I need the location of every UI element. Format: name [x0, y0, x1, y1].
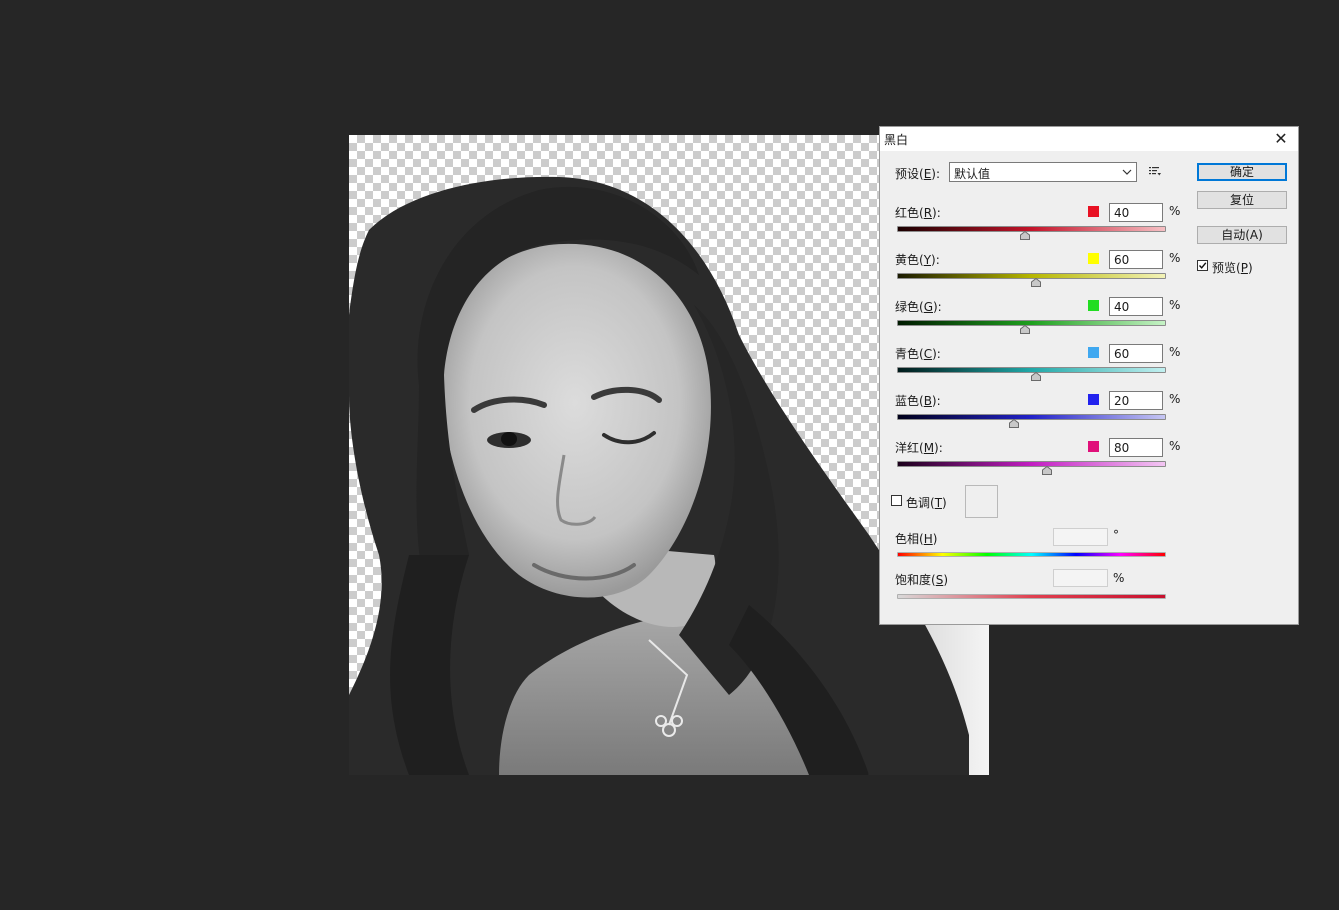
green-slider-thumb[interactable]: [1020, 323, 1031, 334]
magenta-label-prefix: 洋红(: [895, 441, 924, 455]
cyan-label-suffix: ):: [932, 347, 941, 361]
preview-checkbox[interactable]: [1197, 260, 1208, 271]
yellow-color-swatch: [1088, 253, 1099, 264]
red-label-prefix: 红色(: [895, 206, 924, 220]
hue-input[interactable]: [1053, 528, 1108, 546]
magenta-label-accel: M: [923, 441, 935, 455]
chevron-down-icon: [1122, 164, 1132, 183]
magenta-label: 洋红(M):: [895, 439, 943, 456]
dialog-titlebar[interactable]: 黑白 ✕: [880, 127, 1298, 151]
preset-label: 预设(E):: [895, 165, 940, 182]
hue-label-accel: H: [923, 532, 933, 546]
preset-dropdown[interactable]: 默认值: [949, 162, 1137, 182]
cyan-slider-thumb[interactable]: [1030, 370, 1041, 381]
hue-label-suffix: ): [932, 532, 938, 546]
auto-button[interactable]: 自动(A): [1197, 226, 1287, 244]
hue-label: 色相(H): [895, 530, 937, 547]
preview-label-accel: P: [1240, 261, 1248, 275]
tint-label-suffix: ): [942, 496, 947, 510]
cyan-label: 青色(C):: [895, 345, 941, 362]
red-value: 40: [1114, 206, 1130, 220]
blue-label-accel: B: [923, 394, 932, 408]
magenta-label-suffix: ):: [934, 441, 943, 455]
magenta-slider-thumb[interactable]: [1041, 464, 1052, 475]
green-unit: %: [1169, 298, 1181, 312]
yellow-unit: %: [1169, 251, 1181, 265]
saturation-label-prefix: 饱和度(: [895, 573, 936, 587]
close-icon[interactable]: ✕: [1268, 127, 1294, 151]
tint-label-prefix: 色调(: [906, 496, 935, 510]
yellow-label-accel: Y: [923, 253, 932, 267]
blue-label-prefix: 蓝色(: [895, 394, 924, 408]
hue-slider-track: [897, 552, 1166, 557]
red-label-suffix: ):: [932, 206, 941, 220]
green-color-swatch: [1088, 300, 1099, 311]
magenta-value-input[interactable]: 80: [1109, 438, 1163, 457]
saturation-unit: %: [1113, 571, 1125, 585]
green-label: 绿色(G):: [895, 298, 942, 315]
hue-unit: °: [1113, 528, 1119, 542]
red-label-accel: R: [923, 206, 933, 220]
blue-slider-thumb[interactable]: [1009, 417, 1020, 428]
magenta-slider-track[interactable]: [897, 461, 1166, 467]
preview-label-suffix: ): [1247, 261, 1253, 275]
hue-label-prefix: 色相(: [895, 532, 924, 546]
yellow-value: 60: [1114, 253, 1130, 267]
saturation-input[interactable]: [1053, 569, 1108, 587]
reset-button[interactable]: 复位: [1197, 191, 1287, 209]
preset-label-suffix: ):: [931, 167, 941, 181]
red-unit: %: [1169, 204, 1181, 218]
red-color-swatch: [1088, 206, 1099, 217]
magenta-color-swatch: [1088, 441, 1099, 452]
yellow-value-input[interactable]: 60: [1109, 250, 1163, 269]
cyan-value: 60: [1114, 347, 1130, 361]
magenta-value: 80: [1114, 441, 1130, 455]
black-white-dialog: 黑白 ✕ 预设(E): 默认值 红色(R): 40% 黄色(Y): 60% 绿色(G):…: [879, 126, 1299, 625]
blue-slider-track[interactable]: [897, 414, 1166, 420]
cyan-label-accel: C: [923, 347, 933, 361]
blue-label: 蓝色(B):: [895, 392, 941, 409]
tint-label-accel: T: [934, 496, 943, 510]
blue-unit: %: [1169, 392, 1181, 406]
tint-checkbox[interactable]: [891, 495, 902, 506]
preview-label: 预览(P): [1212, 259, 1253, 276]
blue-color-swatch: [1088, 394, 1099, 405]
red-label: 红色(R):: [895, 204, 941, 221]
preset-label-prefix: 预设(: [895, 167, 924, 181]
saturation-label-suffix: ): [943, 573, 948, 587]
green-slider-track[interactable]: [897, 320, 1166, 326]
blue-value-input[interactable]: 20: [1109, 391, 1163, 410]
yellow-label: 黄色(Y):: [895, 251, 940, 268]
blue-value: 20: [1114, 394, 1130, 408]
preset-value: 默认值: [954, 167, 991, 181]
cyan-unit: %: [1169, 345, 1181, 359]
dialog-title: 黑白: [884, 133, 909, 147]
green-label-prefix: 绿色(: [895, 300, 924, 314]
tint-label: 色调(T): [906, 494, 947, 511]
yellow-label-prefix: 黄色(: [895, 253, 924, 267]
green-label-suffix: ):: [933, 300, 942, 314]
yellow-slider-thumb[interactable]: [1030, 276, 1041, 287]
preview-label-prefix: 预览(: [1212, 261, 1241, 275]
blue-label-suffix: ):: [931, 394, 941, 408]
ok-button[interactable]: 确定: [1197, 163, 1287, 181]
green-value-input[interactable]: 40: [1109, 297, 1163, 316]
tint-color-swatch[interactable]: [965, 485, 998, 518]
saturation-label: 饱和度(S): [895, 571, 948, 588]
cyan-color-swatch: [1088, 347, 1099, 358]
preset-options-icon[interactable]: [1148, 164, 1162, 178]
green-label-accel: G: [923, 300, 933, 314]
magenta-unit: %: [1169, 439, 1181, 453]
red-slider-thumb[interactable]: [1020, 229, 1031, 240]
yellow-label-suffix: ):: [931, 253, 940, 267]
cyan-label-prefix: 青色(: [895, 347, 924, 361]
saturation-slider-track: [897, 594, 1166, 599]
red-slider-track[interactable]: [897, 226, 1166, 232]
green-value: 40: [1114, 300, 1130, 314]
cyan-value-input[interactable]: 60: [1109, 344, 1163, 363]
red-value-input[interactable]: 40: [1109, 203, 1163, 222]
